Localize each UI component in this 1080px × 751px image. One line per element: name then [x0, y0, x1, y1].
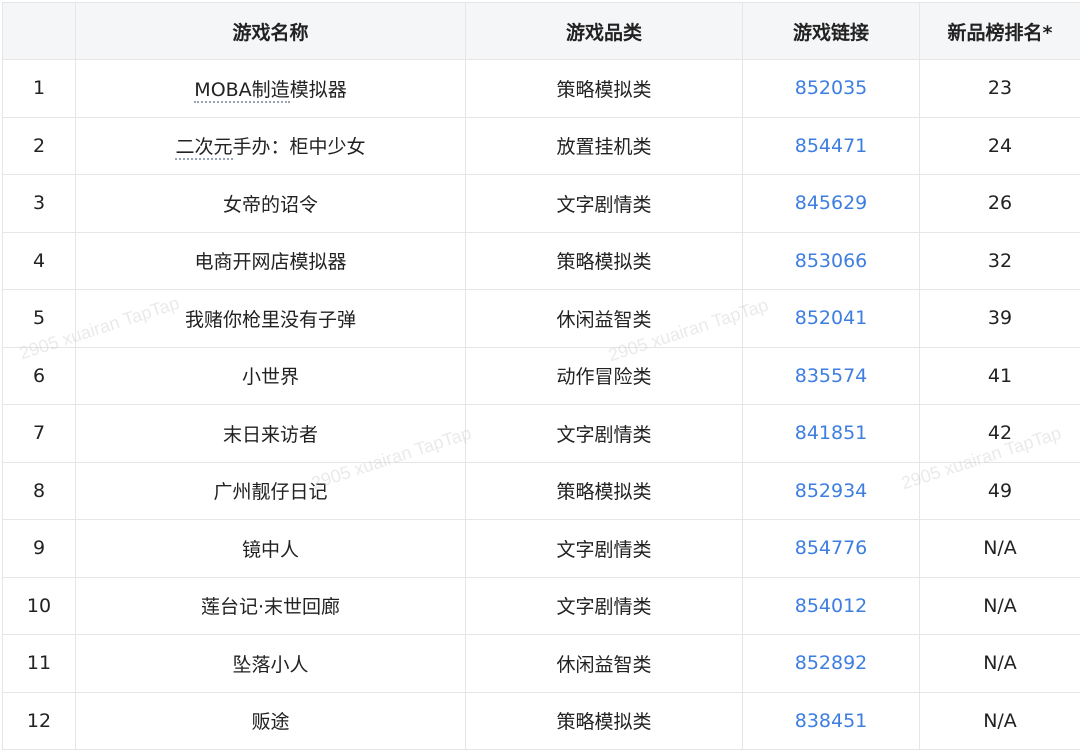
table-row: 7 末日来访者 文字剧情类 841851 42: [2, 404, 1080, 463]
game-link[interactable]: 852041: [795, 307, 868, 329]
row-index: 10: [2, 576, 76, 635]
row-index: 8: [2, 461, 76, 520]
game-name: 我赌你枪里没有子弹: [75, 289, 466, 348]
new-ranking: 42: [919, 404, 1080, 463]
game-link[interactable]: 854776: [795, 537, 868, 559]
game-link-cell: 853066: [742, 231, 920, 290]
new-ranking: N/A: [919, 691, 1080, 750]
table-row: 11 坠落小人 休闲益智类 852892 N/A: [2, 634, 1080, 693]
row-index: 1: [2, 59, 76, 118]
game-link-cell: 852892: [742, 634, 920, 693]
new-ranking: 26: [919, 174, 1080, 233]
new-ranking: N/A: [919, 634, 1080, 693]
new-ranking: 24: [919, 116, 1080, 175]
game-link-cell: 854776: [742, 519, 920, 578]
table-header: 游戏名称 游戏品类 游戏链接 新品榜排名*: [2, 2, 1080, 60]
game-category: 策略模拟类: [465, 231, 743, 290]
game-name: 小世界: [75, 346, 466, 405]
table-row: 9 镜中人 文字剧情类 854776 N/A: [2, 519, 1080, 578]
game-link[interactable]: 853066: [795, 250, 868, 272]
row-index: 12: [2, 691, 76, 750]
table-row: 5 我赌你枪里没有子弹 休闲益智类 852041 39: [2, 289, 1080, 348]
game-category: 文字剧情类: [465, 404, 743, 463]
game-name: 女帝的诏令: [75, 174, 466, 233]
table-row: 12 贩途 策略模拟类 838451 N/A: [2, 691, 1080, 750]
table-row: 3 女帝的诏令 文字剧情类 845629 26: [2, 174, 1080, 233]
header-game-name: 游戏名称: [75, 2, 466, 60]
header-index: [2, 2, 76, 60]
table-row: 6 小世界 动作冒险类 835574 41: [2, 346, 1080, 405]
game-link[interactable]: 852892: [795, 652, 868, 674]
game-link-cell: 845629: [742, 174, 920, 233]
game-name: 广州靓仔日记: [75, 461, 466, 520]
row-index: 5: [2, 289, 76, 348]
row-index: 3: [2, 174, 76, 233]
game-name: MOBA制造模拟器: [75, 59, 466, 118]
game-name: 莲台记·末世回廊: [75, 576, 466, 635]
game-name: 电商开网店模拟器: [75, 231, 466, 290]
game-ranking-table: 游戏名称 游戏品类 游戏链接 新品榜排名* 1 MOBA制造模拟器 策略模拟类 852…: [2, 2, 1080, 750]
game-category: 策略模拟类: [465, 691, 743, 750]
game-name: 末日来访者: [75, 404, 466, 463]
game-link-cell: 838451: [742, 691, 920, 750]
new-ranking: 23: [919, 59, 1080, 118]
game-link[interactable]: 835574: [795, 365, 868, 387]
row-index: 2: [2, 116, 76, 175]
header-new-ranking: 新品榜排名*: [919, 2, 1080, 60]
game-category: 放置挂机类: [465, 116, 743, 175]
game-category: 动作冒险类: [465, 346, 743, 405]
new-ranking: 32: [919, 231, 1080, 290]
table-row: 4 电商开网店模拟器 策略模拟类 853066 32: [2, 231, 1080, 290]
game-link-cell: 852041: [742, 289, 920, 348]
table-row: 10 莲台记·末世回廊 文字剧情类 854012 N/A: [2, 576, 1080, 635]
row-index: 6: [2, 346, 76, 405]
table-body: 1 MOBA制造模拟器 策略模拟类 852035 23 2 二次元手办：柜中少女 放置挂机类 8…: [2, 59, 1080, 750]
game-name-highlight: 二次元: [175, 136, 233, 161]
header-row: 游戏名称 游戏品类 游戏链接 新品榜排名*: [2, 2, 1080, 60]
game-name: 二次元手办：柜中少女: [75, 116, 466, 175]
game-category: 策略模拟类: [465, 461, 743, 520]
game-link[interactable]: 854471: [795, 135, 868, 157]
new-ranking: N/A: [919, 576, 1080, 635]
new-ranking: 39: [919, 289, 1080, 348]
game-name: 镜中人: [75, 519, 466, 578]
game-link[interactable]: 852934: [795, 480, 868, 502]
game-link-cell: 852934: [742, 461, 920, 520]
game-category: 文字剧情类: [465, 576, 743, 635]
game-category: 文字剧情类: [465, 174, 743, 233]
game-link-cell: 854012: [742, 576, 920, 635]
game-category: 休闲益智类: [465, 634, 743, 693]
game-link[interactable]: 838451: [795, 710, 868, 732]
game-name-rest: 模拟器: [289, 78, 347, 101]
row-index: 4: [2, 231, 76, 290]
table-row: 8 广州靓仔日记 策略模拟类 852934 49: [2, 461, 1080, 520]
game-category: 策略模拟类: [465, 59, 743, 118]
header-game-category: 游戏品类: [465, 2, 743, 60]
table-row: 2 二次元手办：柜中少女 放置挂机类 854471 24: [2, 116, 1080, 175]
game-link[interactable]: 841851: [795, 422, 868, 444]
row-index: 9: [2, 519, 76, 578]
new-ranking: 49: [919, 461, 1080, 520]
game-name-highlight: MOBA制造: [194, 78, 290, 103]
game-link-cell: 852035: [742, 59, 920, 118]
table-row: 1 MOBA制造模拟器 策略模拟类 852035 23: [2, 59, 1080, 118]
game-name: 坠落小人: [75, 634, 466, 693]
game-link-cell: 854471: [742, 116, 920, 175]
game-category: 文字剧情类: [465, 519, 743, 578]
game-name: 贩途: [75, 691, 466, 750]
row-index: 11: [2, 634, 76, 693]
header-game-link: 游戏链接: [742, 2, 920, 60]
game-link-cell: 841851: [742, 404, 920, 463]
new-ranking: 41: [919, 346, 1080, 405]
new-ranking: N/A: [919, 519, 1080, 578]
game-link[interactable]: 845629: [795, 192, 868, 214]
game-link[interactable]: 854012: [795, 595, 868, 617]
game-name-rest: 手办：柜中少女: [232, 136, 366, 159]
game-link-cell: 835574: [742, 346, 920, 405]
row-index: 7: [2, 404, 76, 463]
game-link[interactable]: 852035: [795, 77, 868, 99]
game-category: 休闲益智类: [465, 289, 743, 348]
